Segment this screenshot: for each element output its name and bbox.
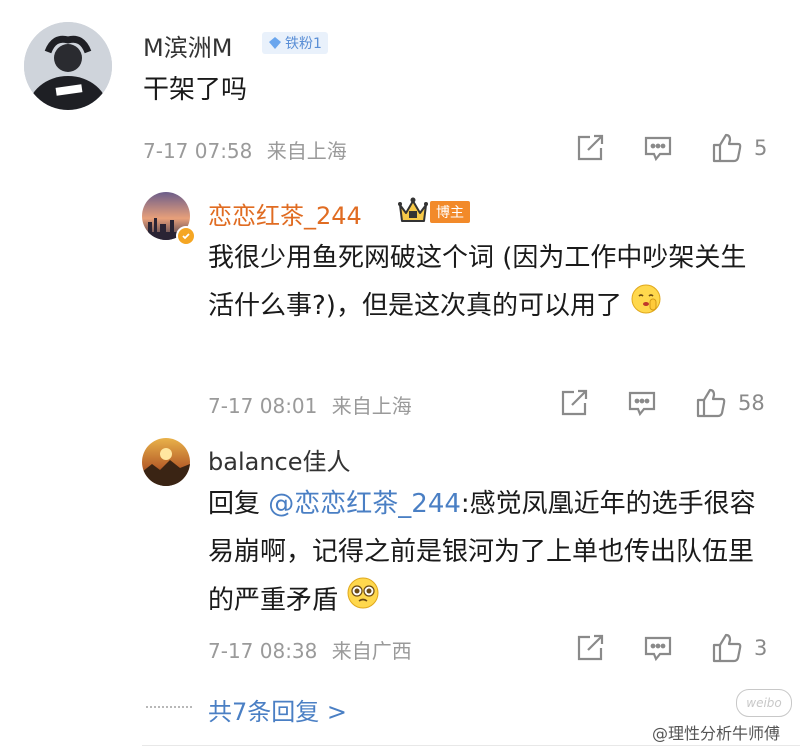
comment-text: 干架了吗 xyxy=(143,75,248,105)
pleading-face-emoji xyxy=(346,576,380,626)
diamond-icon xyxy=(268,36,282,50)
reply-avatar-2[interactable] xyxy=(142,438,190,486)
reply-comment-button-1[interactable] xyxy=(626,387,658,419)
fan-badge[interactable]: 铁粉1 xyxy=(262,32,328,54)
watermark-logo-text: weibo xyxy=(746,696,782,710)
share-button[interactable] xyxy=(574,132,606,164)
reply-location-1: 来自上海 xyxy=(331,394,412,418)
reply-comment-button-2[interactable] xyxy=(642,632,674,664)
fan-badge-label: 铁粉1 xyxy=(285,36,322,52)
comment-time: 7-17 07:58 xyxy=(143,139,253,163)
reply-like-button-2[interactable]: 3 xyxy=(710,631,767,665)
reply-time-2: 7-17 08:38 xyxy=(208,639,318,663)
reply-text-2: 回复 @恋恋红茶_244:感觉凤凰近年的选手很容易崩啊，记得之前是银河为了上单也… xyxy=(208,480,768,626)
reply-like-button-1[interactable]: 58 xyxy=(694,386,765,420)
weibo-watermark-logo: weibo xyxy=(736,689,792,717)
reply-share-button-1[interactable] xyxy=(558,387,590,419)
comment-location: 来自上海 xyxy=(266,139,347,163)
reply-meta-2: 7-17 08:38 来自广西 xyxy=(208,635,412,664)
reply-user-name-2[interactable]: balance佳人 xyxy=(208,442,351,477)
verified-icon xyxy=(176,226,196,246)
reply-like-count-2: 3 xyxy=(754,636,768,660)
like-button[interactable]: 5 xyxy=(710,131,767,165)
share-icon xyxy=(558,387,590,419)
comment-icon xyxy=(642,132,674,164)
more-replies-link[interactable]: 共7条回复 > xyxy=(208,692,347,727)
reply-user-name-1[interactable]: 恋恋红茶_244 xyxy=(208,196,362,231)
commenter-name[interactable]: M滨洲M xyxy=(143,28,232,63)
reply-like-count-1: 58 xyxy=(738,391,765,415)
reply-meta-1: 7-17 08:01 来自上海 xyxy=(208,390,412,419)
comment-icon xyxy=(642,632,674,664)
commenter-avatar[interactable] xyxy=(24,22,112,110)
thumbs-up-icon xyxy=(694,386,728,420)
reply-share-button-2[interactable] xyxy=(574,632,606,664)
reply-location-2: 来自广西 xyxy=(331,639,412,663)
reply-text-1: 我很少用鱼死网破这个词 (因为工作中吵架关生活什么事?)，但是这次真的可以用了 xyxy=(208,234,768,331)
reply-prefix: 回复 xyxy=(208,489,261,519)
comment-icon xyxy=(626,387,658,419)
shushing-face-emoji xyxy=(630,283,662,331)
host-badge: 博主 xyxy=(430,201,470,223)
comment-button[interactable] xyxy=(642,132,674,164)
crown-icon xyxy=(397,195,429,229)
more-dots xyxy=(146,706,192,708)
reply-time-1: 7-17 08:01 xyxy=(208,394,318,418)
watermark-handle: @理性分析牛师傅 xyxy=(652,724,781,743)
reply-text-1-content: 我很少用鱼死网破这个词 (因为工作中吵架关生活什么事?)，但是这次真的可以用了 xyxy=(208,243,747,321)
thumbs-up-icon xyxy=(710,131,744,165)
comment-meta: 7-17 07:58 来自上海 xyxy=(143,135,347,164)
share-icon xyxy=(574,132,606,164)
like-count: 5 xyxy=(754,136,768,160)
bottom-divider xyxy=(142,745,800,746)
mention-link[interactable]: @恋恋红茶_244 xyxy=(268,489,461,519)
thumbs-up-icon xyxy=(710,631,744,665)
share-icon xyxy=(574,632,606,664)
